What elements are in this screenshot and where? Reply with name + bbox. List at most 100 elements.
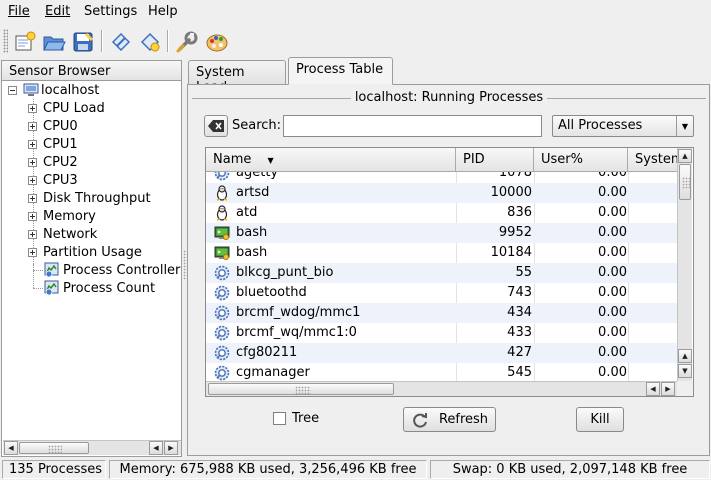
tree-item-cpu-load[interactable]: CPU Load [28, 99, 105, 117]
scroll-thumb[interactable] [679, 164, 691, 200]
tree-item-cpu0[interactable]: CPU0 [28, 117, 78, 135]
sensor-icon [44, 262, 60, 278]
new-worksheet-icon [15, 31, 36, 51]
expand-toggle[interactable] [28, 121, 37, 131]
refresh-button[interactable]: Refresh [403, 407, 496, 432]
process-name: brcmf_wq/mmc1:0 [236, 325, 357, 340]
expand-toggle[interactable] [28, 157, 37, 167]
tree-checkbox-box[interactable] [273, 412, 286, 425]
cell-name: bash [214, 243, 454, 263]
expand-toggle[interactable] [28, 103, 37, 113]
disconnect-host-icon [140, 32, 160, 52]
palette-icon [206, 34, 228, 52]
kill-button[interactable]: Kill [576, 407, 624, 432]
tree-item-cpu3[interactable]: CPU3 [28, 171, 78, 189]
column-name-label: Name [213, 152, 252, 167]
table-row[interactable]: blkcg_punt_bio 55 0.00 [206, 263, 678, 283]
process-name: agetty [236, 172, 279, 180]
cell-name: bash [214, 223, 454, 243]
cell-pid: 9952 [498, 225, 532, 240]
connect-host-button[interactable] [107, 28, 135, 56]
disconnect-host-button[interactable] [136, 28, 164, 56]
configure-icon [176, 31, 198, 53]
menu-file[interactable]: File [4, 4, 34, 19]
process-name: bluetoothd [236, 285, 307, 300]
cell-pid: 1078 [498, 172, 532, 180]
open-button[interactable] [40, 28, 68, 56]
table-row[interactable]: artsd 10000 0.00 [206, 183, 678, 203]
sensor-browser-header[interactable]: Sensor Browser [1, 60, 182, 81]
sort-desc-icon: ▼ [267, 156, 274, 165]
expand-toggle[interactable] [28, 247, 37, 257]
scroll-left-button[interactable]: ◀ [4, 441, 18, 455]
status-swap: Swap: 0 KB used, 2,097,148 KB free [430, 460, 710, 479]
toolbar-handle[interactable] [3, 29, 8, 53]
column-header-name[interactable]: Name ▼ [206, 148, 456, 172]
expand-toggle[interactable] [28, 193, 37, 203]
cell-user-percent: 0.00 [598, 172, 627, 180]
search-input[interactable] [283, 115, 542, 137]
tree-item-partition-usage[interactable]: Partition Usage [28, 243, 142, 261]
scroll-up-button-2[interactable]: ▲ [678, 349, 692, 363]
tree-item-process-count[interactable]: Process Count [44, 279, 155, 297]
sensor-tree[interactable]: localhost CPU Load CPU0 CPU1 CPU2 CPU3 D… [1, 81, 182, 457]
tree-item-localhost[interactable]: localhost [8, 81, 100, 99]
tree-item-disk-throughput[interactable]: Disk Throughput [28, 189, 151, 207]
tree-item-cpu2[interactable]: CPU2 [28, 153, 78, 171]
process-name: brcmf_wdog/mmc1 [236, 305, 361, 320]
column-header-pid[interactable]: PID [456, 148, 534, 172]
table-row[interactable]: cgmanager 545 0.00 [206, 363, 678, 381]
cell-pid: 743 [507, 285, 532, 300]
cell-user-percent: 0.00 [598, 265, 627, 280]
scroll-left-button-2[interactable]: ◀ [149, 441, 163, 455]
menu-help[interactable]: Help [144, 4, 182, 19]
tree-item-label: Memory [43, 208, 96, 224]
tree-item-process-controller[interactable]: Process Controller [44, 261, 180, 279]
sensor-hscrollbar[interactable]: ◀ ◀ ▶ [3, 440, 181, 455]
table-row[interactable]: bash 9952 0.00 [206, 223, 678, 243]
palette-button[interactable] [203, 28, 231, 56]
status-process-count-text: 135 Processes [9, 462, 103, 477]
tree-item-label: CPU1 [43, 136, 78, 152]
menu-settings[interactable]: Settings [80, 4, 141, 19]
expand-toggle[interactable] [28, 139, 37, 149]
save-button[interactable] [69, 28, 97, 56]
column-header-user[interactable]: User% [534, 148, 628, 172]
scroll-thumb[interactable] [19, 442, 89, 454]
expand-toggle[interactable] [28, 229, 37, 239]
collapse-toggle[interactable] [8, 85, 17, 95]
tree-item-memory[interactable]: Memory [28, 207, 96, 225]
tab-process-table[interactable]: Process Table [288, 57, 393, 85]
scroll-up-button[interactable]: ▲ [678, 149, 692, 163]
tree-item-cpu1[interactable]: CPU1 [28, 135, 78, 153]
scroll-right-button[interactable]: ▶ [661, 382, 675, 396]
scroll-thumb[interactable] [208, 383, 394, 395]
table-row[interactable]: atd 836 0.00 [206, 203, 678, 223]
new-worksheet-button[interactable] [11, 28, 39, 56]
tree-item-network[interactable]: Network [28, 225, 97, 243]
cell-user-percent: 0.00 [598, 305, 627, 320]
expand-toggle[interactable] [28, 175, 37, 185]
menu-edit[interactable]: Edit [41, 4, 74, 19]
table-row[interactable]: bash 10184 0.00 [206, 243, 678, 263]
gear-icon [214, 305, 230, 321]
process-filter-select[interactable]: All Processes ▼ [552, 115, 694, 137]
scroll-left-button[interactable]: ◀ [646, 382, 660, 396]
configure-button[interactable] [173, 28, 201, 56]
table-row[interactable]: cfg80211 427 0.00 [206, 343, 678, 363]
table-row[interactable]: brcmf_wq/mmc1:0 433 0.00 [206, 323, 678, 343]
table-hscrollbar[interactable]: ◀ ▶ [206, 381, 677, 396]
table-vscrollbar[interactable]: ▲ ▲ ▼ [677, 148, 692, 381]
process-table[interactable]: Name ▼ PID User% System% agetty10780.00a… [205, 147, 694, 397]
tab-system-load[interactable]: System Load [188, 60, 286, 95]
scroll-right-button[interactable]: ▶ [164, 441, 178, 455]
tree-checkbox[interactable]: Tree [273, 411, 319, 426]
clear-search-button[interactable] [204, 115, 228, 137]
tree-guide-line [33, 270, 43, 271]
table-row[interactable]: bluetoothd 743 0.00 [206, 283, 678, 303]
expand-toggle[interactable] [28, 211, 37, 221]
scroll-down-button[interactable]: ▼ [678, 364, 692, 378]
tab-label: Process Table [296, 62, 384, 77]
table-row[interactable]: brcmf_wdog/mmc1 434 0.00 [206, 303, 678, 323]
table-row[interactable]: agetty 1078 0.00 [206, 172, 678, 183]
